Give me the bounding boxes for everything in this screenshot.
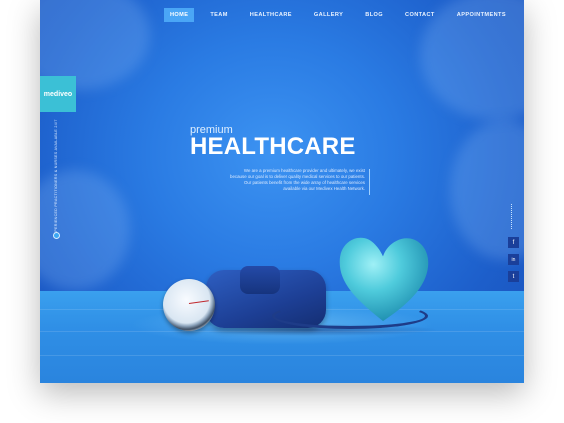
slider-dots — [511, 204, 514, 229]
linkedin-icon[interactable]: in — [508, 254, 519, 265]
nav-item-home[interactable]: HOME — [163, 8, 195, 22]
hero-divider — [369, 169, 370, 195]
nav-item-blog[interactable]: BLOG — [359, 8, 389, 22]
heart-icon — [339, 237, 429, 322]
pressure-gauge-icon — [163, 279, 215, 331]
side-tagline: EXPERIENCED PRACTITIONERS & NURSES AVAIL… — [54, 119, 60, 237]
scroll-indicator-icon[interactable] — [53, 232, 60, 239]
side-tagline-text: EXPERIENCED PRACTITIONERS & NURSES AVAIL… — [54, 119, 58, 237]
main-nav: HOME TEAM HEALTHCARE GALLERY BLOG CONTAC… — [154, 8, 512, 22]
nav-item-appointments[interactable]: APPOINTMENTS — [451, 8, 512, 22]
hero-description: We are a premium healthcare provider and… — [230, 168, 365, 191]
page-title: HEALTHCARE — [190, 133, 356, 160]
nav-item-team[interactable]: TEAM — [204, 8, 233, 22]
hero-section: HOME TEAM HEALTHCARE GALLERY BLOG CONTAC… — [40, 0, 524, 383]
nav-item-gallery[interactable]: GALLERY — [308, 8, 349, 22]
logo[interactable]: mediveo — [40, 76, 76, 112]
logo-text: mediveo — [43, 90, 73, 98]
nav-item-healthcare[interactable]: HEALTHCARE — [244, 8, 298, 22]
twitter-icon[interactable]: t — [508, 271, 519, 282]
cuff-strap — [240, 266, 280, 294]
facebook-icon[interactable]: f — [508, 237, 519, 248]
nav-item-contact[interactable]: CONTACT — [399, 8, 441, 22]
